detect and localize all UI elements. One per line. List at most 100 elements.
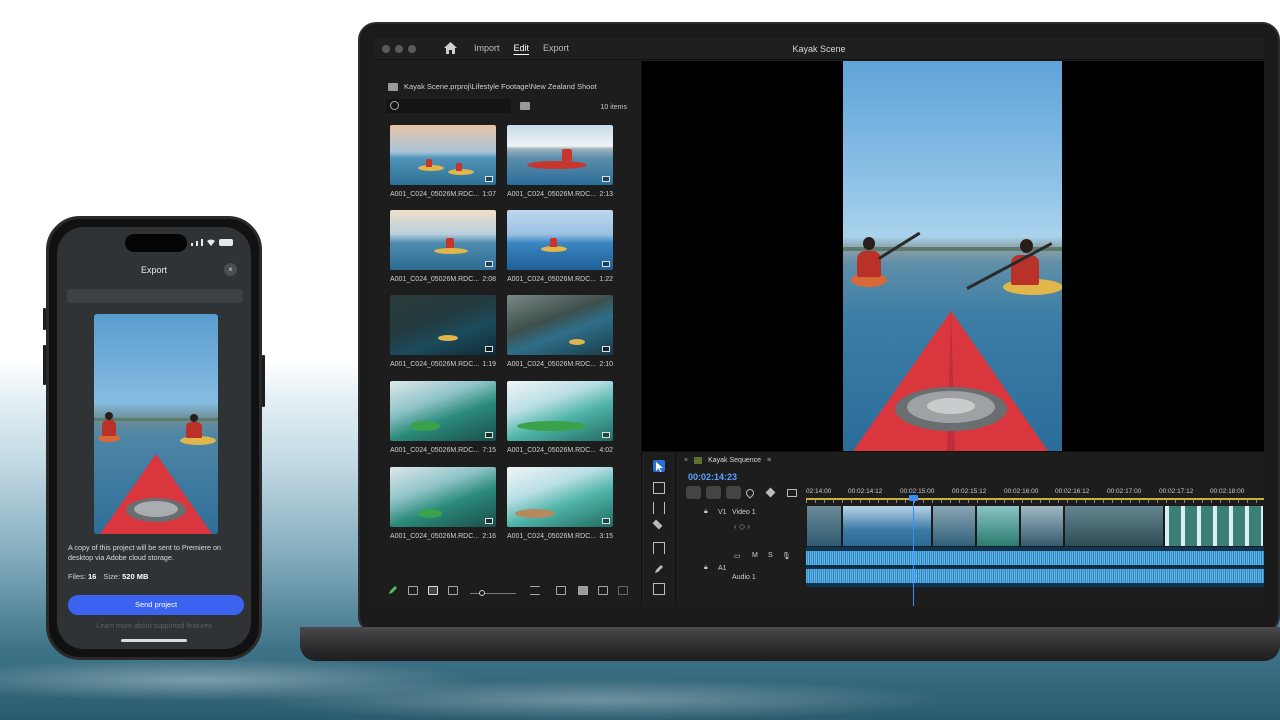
playhead[interactable] (913, 497, 914, 606)
clip-duration: 2:10 (599, 361, 613, 368)
learn-more-link[interactable]: Learn more about supported features (57, 623, 251, 630)
clip-item[interactable]: A001_C024_05026M.RDC... 2:13 (507, 125, 613, 198)
new-bin-icon[interactable] (578, 586, 588, 595)
sequence-tab[interactable]: × Kayak Sequence ≡ (684, 457, 771, 464)
project-search-input[interactable] (386, 99, 511, 113)
selection-tool-icon[interactable] (653, 460, 665, 472)
ruler-label: 00:02:14:12 (848, 488, 883, 495)
clip-duration: 2:16 (482, 533, 496, 540)
clip-thumbnail[interactable] (390, 125, 496, 185)
kayak-bow (853, 311, 1048, 451)
pencil-icon[interactable] (388, 585, 398, 595)
clip-name: A001_C024_05026M.RDC... (507, 361, 597, 368)
export-tabs[interactable] (67, 289, 243, 303)
clip-item[interactable]: A001_C024_05026M.RDC... 1:22 (507, 210, 613, 283)
lock-icon[interactable]: 🔒︎ (704, 508, 708, 516)
nest-icon[interactable] (686, 486, 701, 499)
menu-icon[interactable]: ≡ (767, 457, 771, 464)
clip-name: A001_C024_05026M.RDC... (507, 447, 597, 454)
clip-duration: 1:07 (482, 191, 496, 198)
freeform-view-icon[interactable] (448, 586, 458, 595)
clip-type-icon (602, 346, 610, 352)
ripple-edit-tool-icon[interactable] (653, 502, 665, 514)
clip-thumbnail[interactable] (507, 125, 613, 185)
video-frame (843, 61, 1062, 451)
project-path-text[interactable]: Kayak Scene.prproj\Lifestyle Footage\New… (404, 82, 597, 91)
clip-thumbnail[interactable] (390, 381, 496, 441)
track-name: Audio 1 (732, 574, 756, 581)
add-marker-icon[interactable] (744, 486, 756, 499)
clip-duration: 2:08 (482, 276, 496, 283)
snap-icon[interactable] (706, 486, 721, 499)
list-view-icon[interactable] (408, 586, 418, 595)
size-value: 520 MB (122, 572, 149, 581)
clip-item[interactable]: A001_C024_05026M.RDC... 2:16 (390, 467, 496, 540)
trash-icon[interactable] (618, 586, 628, 595)
close-icon[interactable]: × (684, 457, 688, 464)
clip-item[interactable]: A001_C024_05026M.RDC... 2:08 (390, 210, 496, 283)
clip-item[interactable]: A001_C024_05026M.RDC... 2:10 (507, 295, 613, 368)
export-preview (94, 314, 218, 534)
slip-tool-icon[interactable] (653, 542, 665, 554)
track-id: V1 (718, 509, 727, 516)
keyframe-nav-icon[interactable]: ‹ ◇ › (734, 522, 750, 531)
clip-thumbnail[interactable] (507, 467, 613, 527)
track-select-tool-icon[interactable] (653, 482, 665, 494)
captions-icon[interactable] (787, 488, 797, 497)
export-description: A copy of this project will be sent to P… (68, 543, 222, 562)
clip-type-icon (602, 176, 610, 182)
mic-icon[interactable]: 🎙︎ (782, 552, 791, 560)
rectangle-tool-icon[interactable] (653, 583, 665, 595)
lock-icon[interactable]: 🔒︎ (704, 564, 708, 572)
playhead-timecode[interactable]: 00:02:14:23 (688, 472, 737, 482)
mute-button[interactable]: M (752, 552, 758, 559)
phone-button (262, 355, 265, 407)
new-item-icon[interactable] (598, 586, 608, 595)
clip-thumbnail[interactable] (390, 210, 496, 270)
search-icon (390, 101, 399, 110)
audio-track[interactable] (806, 547, 1264, 587)
linked-selection-icon[interactable] (726, 486, 741, 499)
sequence-color-swatch (694, 457, 703, 464)
clip-thumbnail[interactable] (390, 295, 496, 355)
pen-tool-icon[interactable] (653, 562, 665, 574)
track-output-icon[interactable]: ▭ (734, 552, 741, 560)
icon-view-icon[interactable] (428, 586, 438, 595)
project-breadcrumb: Kayak Scene.prproj\Lifestyle Footage\New… (388, 82, 597, 91)
clip-type-icon (602, 518, 610, 524)
clip-name: A001_C024_05026M.RDC... (390, 191, 480, 198)
automate-icon[interactable] (556, 586, 566, 595)
timeline-controls (686, 486, 797, 499)
clip-item[interactable]: A001_C024_05026M.RDC... 3:15 (507, 467, 613, 540)
items-count: 10 items (600, 104, 627, 111)
program-monitor[interactable] (642, 61, 1264, 451)
clip-thumbnail[interactable] (507, 210, 613, 270)
clip-type-icon (485, 518, 493, 524)
zoom-slider-knob[interactable] (479, 590, 485, 596)
wrench-icon[interactable] (765, 487, 776, 498)
send-project-button[interactable]: Send project (68, 595, 244, 615)
zoom-slider[interactable] (470, 593, 516, 594)
clip-item[interactable]: A001_C024_05026M.RDC... 1:07 (390, 125, 496, 198)
ruler-label: 00:02:15:00 (900, 488, 935, 495)
clip-duration: 3:15 (599, 533, 613, 540)
clip-item[interactable]: A001_C024_05026M.RDC... 7:15 (390, 381, 496, 454)
clip-thumbnail[interactable] (507, 295, 613, 355)
audio-waveform (806, 551, 1264, 565)
new-bin-icon[interactable] (520, 102, 530, 110)
video-track[interactable] (806, 505, 1264, 547)
clip-duration: 4:02 (599, 447, 613, 454)
window-title: Kayak Scene (792, 44, 846, 54)
clip-thumbnail[interactable] (507, 381, 613, 441)
home-indicator[interactable] (121, 639, 187, 642)
razor-tool-icon[interactable] (652, 519, 663, 530)
clip-item[interactable]: A001_C024_05026M.RDC... 4:02 (507, 381, 613, 454)
clip-item[interactable]: A001_C024_05026M.RDC... 1:19 (390, 295, 496, 368)
files-value: 16 (88, 572, 97, 581)
clip-thumbnail[interactable] (390, 467, 496, 527)
close-button[interactable]: × (224, 263, 237, 276)
solo-button[interactable]: S (768, 552, 773, 559)
clip-name: A001_C024_05026M.RDC... (390, 276, 480, 283)
clip-name: A001_C024_05026M.RDC... (390, 447, 480, 454)
sort-icon[interactable] (530, 586, 540, 595)
